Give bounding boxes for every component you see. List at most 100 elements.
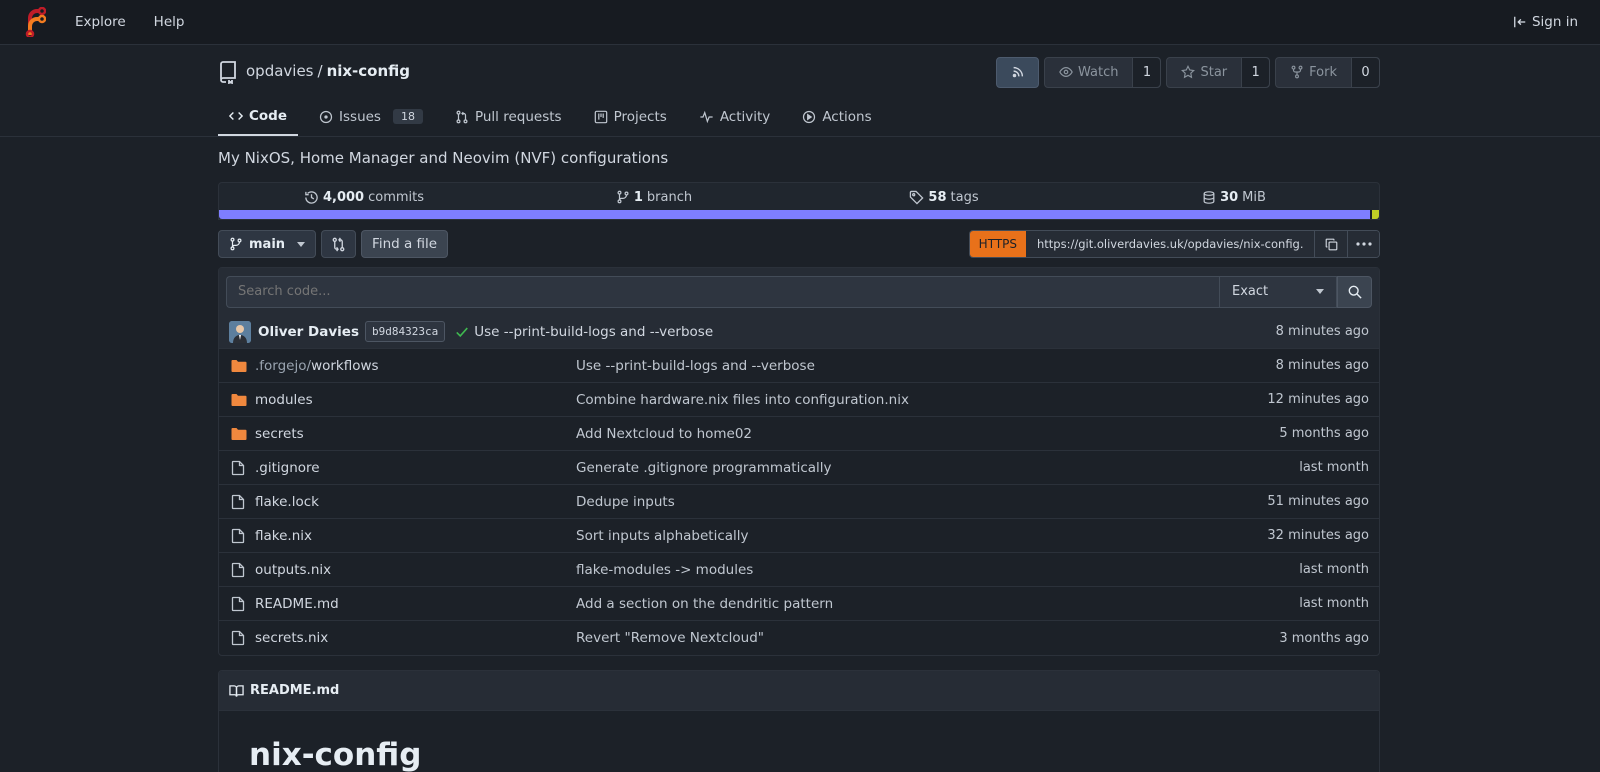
file-name[interactable]: outputs.nix [255,562,576,578]
branch-stat[interactable]: 1 branch [509,190,799,205]
file-commit-message[interactable]: Add a section on the dendritic pattern [576,596,1299,612]
tab-activity[interactable]: Activity [688,97,782,136]
tab-actions[interactable]: Actions [791,97,882,136]
play-icon [802,110,816,124]
language-bar[interactable] [219,210,1379,219]
file-commit-message[interactable]: Use --print-build-logs and --verbose [576,358,1276,374]
pull-request-icon [455,110,469,124]
file-commit-message[interactable]: Add Nextcloud to home02 [576,426,1279,442]
size-label: MiB [1242,189,1266,205]
file-name-main: secrets.nix [255,630,329,646]
file-commit-message[interactable]: Combine hardware.nix files into configur… [576,392,1267,408]
file-commit-message[interactable]: Revert "Remove Nextcloud" [576,630,1279,646]
tab-activity-label: Activity [719,108,771,125]
search-button[interactable] [1337,275,1372,308]
tab-code[interactable]: Code [218,97,299,136]
file-commit-time: 3 months ago [1279,630,1369,646]
clone-more-button[interactable] [1347,231,1379,257]
file-name[interactable]: flake.nix [255,528,576,544]
file-name-main: secrets [255,425,304,442]
repo-owner-link[interactable]: opdavies [246,62,314,80]
file-name-main: README.md [255,595,339,612]
clone-url-input[interactable] [1026,231,1315,257]
watch-label: Watch [1078,64,1119,80]
file-commit-message[interactable]: Sort inputs alphabetically [576,528,1267,544]
watch-button[interactable]: Watch [1045,58,1132,87]
file-name[interactable]: .gitignore [255,460,576,476]
file-commit-message[interactable]: Dedupe inputs [576,494,1267,510]
file-row[interactable]: modules Combine hardware.nix files into c… [219,383,1379,417]
file-icon [231,528,247,544]
file-name[interactable]: secrets [255,426,576,442]
sign-in-icon [1513,15,1527,29]
repo-title: opdavies / nix-config [246,62,410,80]
chevron-down-icon [1316,289,1324,294]
project-icon [594,110,608,124]
file-row[interactable]: .gitignore Generate .gitignore programmat… [219,451,1379,485]
commits-stat[interactable]: 4,000 commits [219,190,509,205]
tab-pull-requests[interactable]: Pull requests [444,97,573,136]
readme-heading: nix-config [249,737,1349,772]
nav-help[interactable]: Help [154,14,185,30]
nav-explore[interactable]: Explore [75,14,126,30]
search-mode-select[interactable]: Exact [1219,275,1337,308]
readme-header: README.md [219,671,1379,711]
readme-panel: README.md nix-config [218,670,1380,772]
rss-feed-button[interactable] [996,56,1039,88]
branch-selector[interactable]: main [218,230,317,258]
fork-count[interactable]: 0 [1351,57,1379,87]
file-icon [231,494,247,510]
file-commit-time: 51 minutes ago [1267,494,1369,509]
file-commit-time: 32 minutes ago [1267,528,1369,543]
sign-in-link[interactable]: Sign in [1513,14,1578,30]
file-name[interactable]: README.md [255,596,576,612]
repo-name-link[interactable]: nix-config [327,62,410,80]
copy-icon [1325,238,1338,251]
star-button[interactable]: Star [1167,58,1241,87]
repo-tabs: Code Issues 18 Pull requests Projects Ac… [218,97,1380,136]
file-row[interactable]: .forgejo/workflows Use --print-build-logs… [219,349,1379,383]
file-commit-message[interactable]: flake-modules -> modules [576,562,1299,578]
file-name[interactable]: .forgejo/workflows [255,358,576,374]
file-name[interactable]: flake.lock [255,494,576,510]
language-segment [219,210,1370,219]
check-icon[interactable] [455,325,469,339]
compare-button[interactable] [321,230,357,258]
tab-projects[interactable]: Projects [583,97,678,136]
author-avatar[interactable] [229,320,251,343]
search-input[interactable] [226,275,1219,308]
search-mode-label: Exact [1232,284,1269,299]
rss-icon [1011,65,1025,79]
watch-count[interactable]: 1 [1132,57,1161,87]
forgejo-logo[interactable] [24,7,46,37]
fork-button[interactable]: Fork [1276,58,1351,87]
compare-icon [331,237,346,252]
file-name[interactable]: secrets.nix [255,630,576,646]
fork-label: Fork [1309,64,1337,80]
file-name-prefix: .forgejo [255,357,307,374]
tags-stat[interactable]: 58 tags [799,190,1089,205]
code-search: Exact [219,268,1379,315]
fork-icon [1290,65,1304,79]
file-commit-message[interactable]: Generate .gitignore programmatically [576,460,1299,476]
tab-issues[interactable]: Issues 18 [308,97,434,136]
readme-filename[interactable]: README.md [250,683,339,698]
find-file-button[interactable]: Find a file [361,230,449,258]
file-row[interactable]: secrets Add Nextcloud to home02 5 months a… [219,417,1379,451]
file-row[interactable]: outputs.nix flake-modules -> modules last … [219,553,1379,587]
star-count[interactable]: 1 [1241,57,1270,87]
file-row[interactable]: flake.lock Dedupe inputs 51 minutes ago [219,485,1379,519]
file-name[interactable]: modules [255,392,576,408]
file-row[interactable]: flake.nix Sort inputs alphabetically 32 mi… [219,519,1379,553]
star-icon [1181,65,1196,79]
file-name-main: flake.nix [255,527,313,544]
file-row[interactable]: secrets.nix Revert "Remove Nextcloud" 3 mo… [219,621,1379,655]
commit-message[interactable]: Use --print-build-logs and --verbose [474,324,713,340]
file-row[interactable]: README.md Add a section on the dendritic … [219,587,1379,621]
file-commit-time: last month [1299,460,1369,475]
commit-sha[interactable]: b9d84323ca [364,321,446,342]
latest-commit: Oliver Davies b9d84323ca Use --print-bui… [219,315,1379,349]
clone-protocol-button[interactable]: HTTPS [969,231,1026,257]
commit-author[interactable]: Oliver Davies [258,324,359,340]
copy-url-button[interactable] [1315,231,1347,257]
